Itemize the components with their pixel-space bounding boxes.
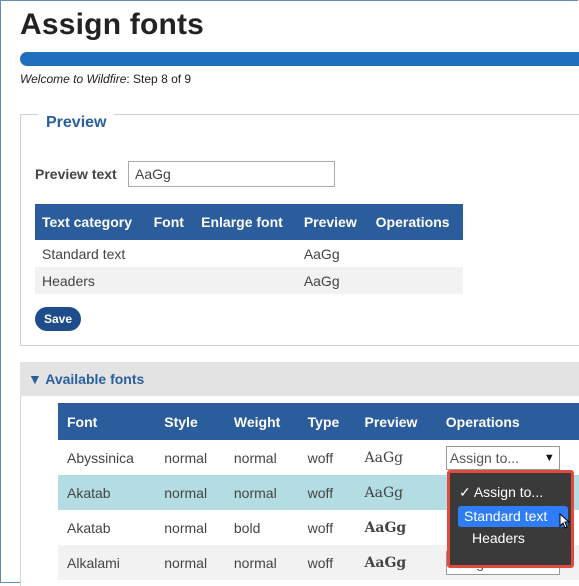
weight-cell: normal [224, 545, 299, 580]
available-fonts-toggle[interactable]: ▼ Available fonts [28, 371, 144, 387]
preview-cell: AaGg [355, 545, 437, 580]
col-operations: Operations [368, 204, 463, 240]
type-cell: woff [298, 545, 356, 580]
enlarge-cell [194, 267, 297, 294]
assign-to-select[interactable]: Assign to... ▼ [445, 445, 560, 470]
step-indicator: Welcome to Wildfire: Step 8 of 9 [20, 72, 191, 86]
preview-cell: AaGg [364, 519, 407, 536]
operations-cell [369, 240, 463, 267]
preview-text-label: Preview text [35, 166, 117, 182]
enlarge-cell [194, 240, 297, 267]
table-row: Headers AaGg [35, 267, 463, 294]
col-font: Font [146, 204, 195, 240]
category-cell: Standard text [42, 245, 126, 262]
col-type: Type [298, 403, 356, 440]
progress-bar [20, 52, 579, 66]
font-name-cell: Abyssinica [67, 449, 134, 466]
col-preview: Preview [355, 403, 437, 440]
preview-text-input[interactable] [128, 161, 335, 187]
font-name-cell: Akatab [58, 475, 156, 510]
category-cell: Headers [35, 267, 147, 294]
save-button[interactable]: Save [35, 307, 81, 331]
option-standard-text[interactable]: Standard text [458, 506, 568, 527]
operations-cell [368, 267, 463, 294]
col-preview: Preview [296, 204, 369, 240]
mouse-pointer-icon [559, 513, 571, 529]
font-name-cell: Alkalami [58, 545, 156, 580]
fonts-table-header: Font Style Weight Type Preview Operation… [58, 403, 579, 440]
page-title: Assign fonts [20, 8, 205, 41]
font-cell [146, 267, 195, 294]
weight-cell: bold [233, 519, 261, 536]
font-cell [147, 240, 195, 267]
preview-cell: AaGg [296, 267, 369, 294]
col-text-category: Text category [35, 204, 147, 240]
option-headers[interactable]: Headers [472, 528, 525, 549]
assign-to-dropdown-menu: ✓ Assign to... Standard text Headers [447, 470, 574, 568]
type-cell: woff [298, 475, 356, 510]
style-cell: normal [155, 475, 225, 510]
weight-cell: normal [233, 449, 277, 466]
type-cell: woff [307, 449, 334, 466]
preview-cell: AaGg [303, 245, 340, 262]
preview-legend: Preview [38, 114, 115, 132]
wizard-name: Welcome to Wildfire [20, 72, 127, 86]
preview-cell: AaGg [364, 449, 404, 466]
table-row: Standard text AaGg [35, 240, 463, 267]
caret-down-icon: ▼ [543, 451, 555, 464]
select-value: Assign to... [449, 449, 520, 466]
col-weight: Weight [224, 403, 299, 440]
font-name-cell: Akatab [67, 519, 111, 536]
col-operations: Operations [436, 403, 579, 440]
style-cell: normal [164, 449, 208, 466]
type-cell: woff [307, 519, 334, 536]
style-cell: normal [164, 519, 208, 536]
step-count: : Step 8 of 9 [126, 72, 192, 86]
preview-table: Text category Font Enlarge font Preview … [35, 204, 463, 294]
col-font: Font [58, 403, 156, 440]
col-style: Style [155, 403, 225, 440]
weight-cell: normal [224, 475, 299, 510]
option-assign-to[interactable]: ✓ Assign to... [459, 482, 543, 503]
col-enlarge-font: Enlarge font [194, 204, 297, 240]
preview-table-header: Text category Font Enlarge font Preview … [35, 204, 463, 240]
preview-cell: AaGg [355, 475, 437, 510]
style-cell: normal [155, 545, 225, 580]
